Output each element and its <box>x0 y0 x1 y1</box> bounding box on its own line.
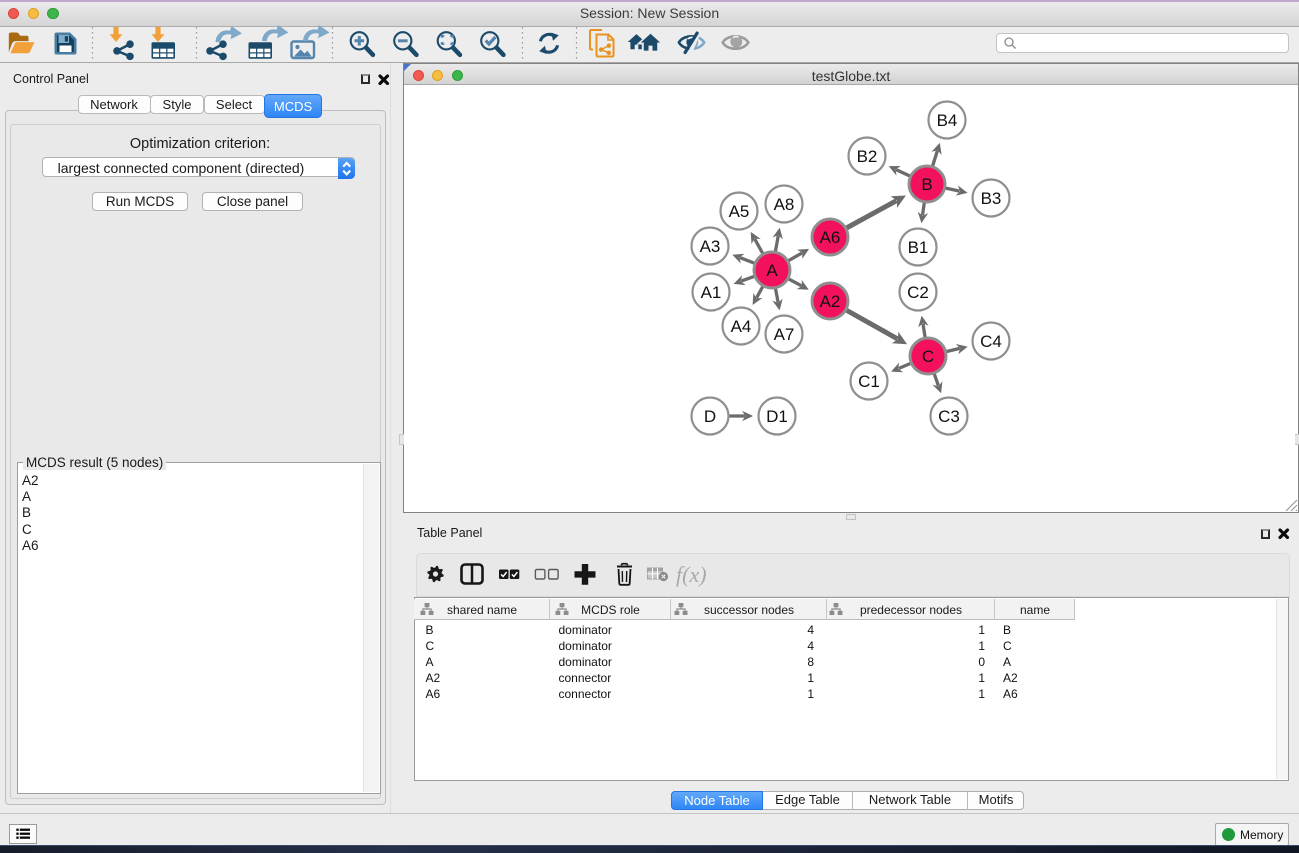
svg-text:A5: A5 <box>729 202 750 221</box>
svg-text:C1: C1 <box>858 372 880 391</box>
svg-text:B1: B1 <box>908 238 929 257</box>
svg-text:B: B <box>921 175 932 194</box>
svg-text:D: D <box>704 407 716 426</box>
svg-text:A4: A4 <box>731 317 752 336</box>
svg-text:f(x): f(x) <box>676 562 707 587</box>
svg-text:A2: A2 <box>820 292 841 311</box>
svg-text:A3: A3 <box>700 237 721 256</box>
svg-text:B2: B2 <box>857 147 878 166</box>
svg-text:D1: D1 <box>766 407 788 426</box>
svg-text:C: C <box>922 347 934 366</box>
svg-text:B3: B3 <box>981 189 1002 208</box>
svg-text:C4: C4 <box>980 332 1002 351</box>
svg-text:C2: C2 <box>907 283 929 302</box>
svg-text:A7: A7 <box>774 325 795 344</box>
svg-text:A6: A6 <box>820 228 841 247</box>
svg-text:A8: A8 <box>774 195 795 214</box>
svg-text:A: A <box>766 261 778 280</box>
svg-text:B4: B4 <box>937 111 958 130</box>
svg-text:C3: C3 <box>938 407 960 426</box>
svg-text:A1: A1 <box>701 283 722 302</box>
